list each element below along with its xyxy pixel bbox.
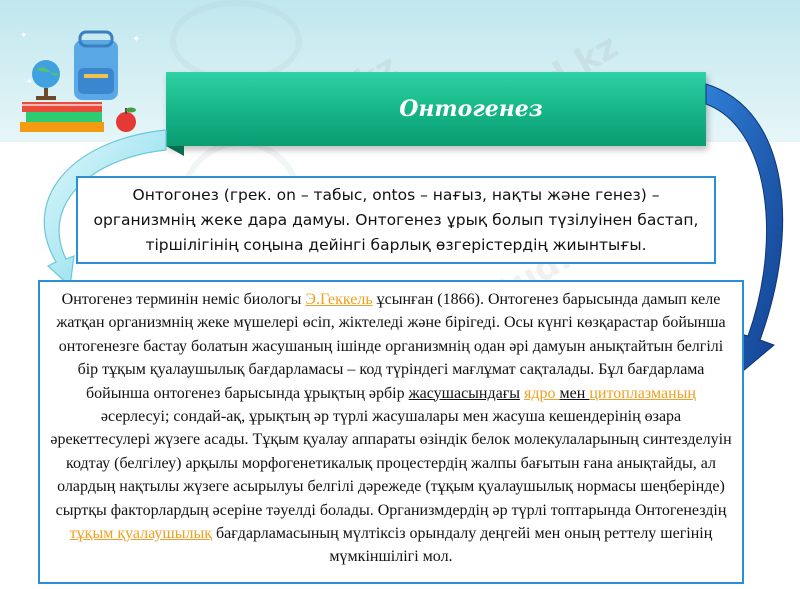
main-text-box: Онтогенез терминін неміс биологы Э.Гекке… bbox=[38, 280, 744, 584]
body-text: әсерлесуі; сондай-ақ, ұрықтың әр түрлі ж… bbox=[50, 408, 732, 519]
definition-box: Онтогонез (грек. on – табыс, ontos – нағ… bbox=[76, 176, 716, 264]
body-text: бағдарламасының мүлтіксіз орындалу деңге… bbox=[211, 525, 713, 566]
haeckel-link[interactable]: Э.Геккель bbox=[305, 291, 372, 308]
heredity-link[interactable]: тұқым қуалаушылық bbox=[70, 525, 212, 542]
nucleus-link[interactable]: ядро bbox=[524, 385, 560, 402]
main-paragraph: Онтогенез терминін неміс биологы Э.Гекке… bbox=[50, 288, 732, 569]
body-text: Онтогенез терминін неміс биологы bbox=[61, 291, 306, 308]
and-word: мен bbox=[559, 384, 590, 402]
cell-term: жасушасындағы bbox=[408, 384, 521, 402]
cytoplasm-link[interactable]: цитоплазманың bbox=[589, 385, 696, 402]
